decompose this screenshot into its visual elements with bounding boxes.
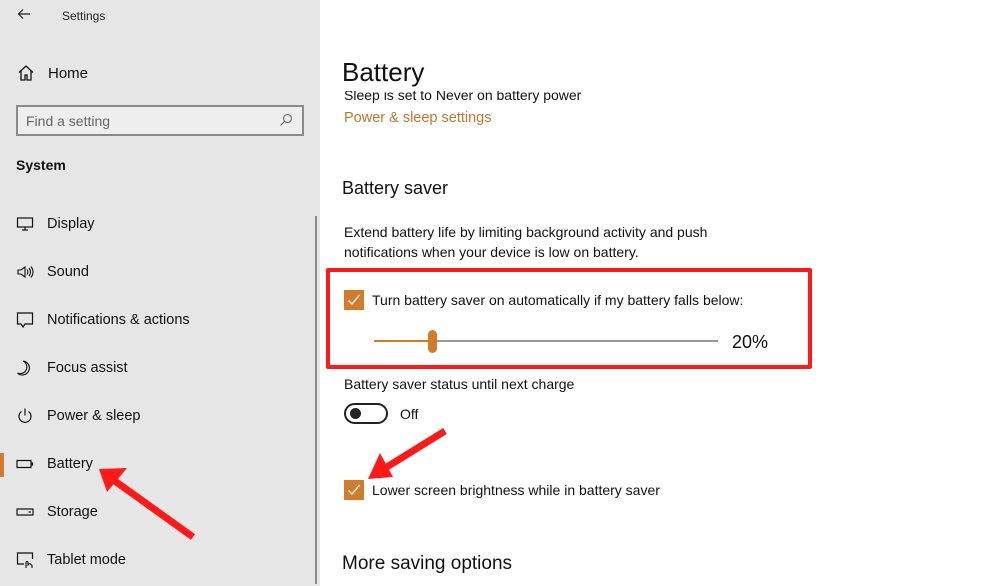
page-title: Battery	[342, 57, 425, 87]
app-title: Settings	[62, 9, 106, 23]
section-label-system: System	[16, 157, 66, 173]
sidebar-item-label: Battery	[47, 456, 93, 472]
lower-brightness-label: Lower screen brightness while in battery…	[372, 482, 660, 498]
sidebar-item-label: Display	[47, 216, 95, 232]
home-icon	[18, 65, 34, 81]
sidebar: Settings Home System Display Sound Notif…	[0, 0, 320, 586]
sidebar-scrollbar[interactable]	[315, 216, 317, 584]
back-arrow-icon	[17, 9, 30, 19]
power-sleep-settings-link[interactable]: Power & sleep settings	[344, 110, 492, 126]
battery-saver-description: Extend battery life by limiting backgrou…	[344, 224, 708, 260]
storage-icon	[16, 508, 34, 516]
moon-icon	[17, 360, 30, 376]
battery-saver-status-text: Off	[400, 406, 419, 422]
battery-threshold-value: 20%	[732, 332, 769, 352]
auto-battery-saver-checkbox-row[interactable]: Turn battery saver on automatically if m…	[344, 290, 743, 310]
battery-saver-heading: Battery saver	[342, 178, 449, 198]
sidebar-item-battery[interactable]: Battery	[0, 440, 320, 488]
tablet-mode-icon	[16, 552, 34, 568]
sound-icon	[17, 265, 34, 279]
battery-saver-status-label: Battery saver status until next charge	[344, 376, 575, 392]
checkmark-icon	[348, 484, 360, 495]
battery-icon	[16, 459, 34, 469]
power-icon	[18, 408, 32, 423]
more-saving-options-heading: More saving options	[342, 553, 513, 574]
back-button[interactable]	[12, 6, 36, 26]
home-nav-item[interactable]: Home	[16, 61, 88, 85]
sidebar-item-notifications[interactable]: Notifications & actions	[0, 296, 320, 344]
checkmark-icon	[348, 294, 360, 305]
sidebar-item-label: Storage	[47, 504, 98, 520]
sleep-status-text-inner: Sleep is set to Never on battery power	[344, 91, 582, 103]
battery-threshold-slider[interactable]	[374, 330, 718, 353]
sidebar-item-label: Notifications & actions	[47, 312, 190, 328]
auto-battery-saver-checkbox[interactable]	[344, 290, 364, 310]
display-icon	[16, 217, 34, 231]
sidebar-item-sound[interactable]: Sound	[0, 248, 320, 296]
sidebar-item-display[interactable]: Display	[0, 200, 320, 248]
sidebar-item-label: Sound	[47, 264, 89, 280]
sidebar-item-tablet-mode[interactable]: Tablet mode	[0, 536, 320, 584]
auto-battery-saver-label: Turn battery saver on automatically if m…	[372, 292, 744, 308]
search-input[interactable]	[26, 111, 276, 131]
sidebar-item-label: Power & sleep	[47, 408, 141, 424]
main-content: Battery Sleep is set to Never on battery…	[342, 0, 982, 586]
slider-thumb[interactable]	[428, 330, 437, 353]
sidebar-item-power-sleep[interactable]: Power & sleep	[0, 392, 320, 440]
toggle-knob	[350, 408, 361, 419]
notifications-icon	[16, 312, 34, 329]
home-label: Home	[48, 64, 89, 82]
lower-brightness-checkbox[interactable]	[344, 480, 364, 500]
title-bar: Settings	[0, 0, 320, 34]
search-icon[interactable]	[278, 112, 294, 128]
sidebar-nav: Display Sound Notifications & actions Fo…	[0, 200, 320, 584]
slider-fill	[374, 340, 432, 342]
sidebar-item-storage[interactable]: Storage	[0, 488, 320, 536]
sidebar-item-label: Focus assist	[47, 360, 128, 376]
lower-brightness-checkbox-row[interactable]: Lower screen brightness while in battery…	[344, 480, 660, 500]
sleep-status-text: Sleep is set to Never on battery power	[344, 91, 581, 104]
battery-saver-status-toggle[interactable]	[344, 403, 388, 424]
search-box[interactable]	[16, 105, 304, 136]
sidebar-item-label: Tablet mode	[47, 552, 126, 568]
sidebar-item-focus-assist[interactable]: Focus assist	[0, 344, 320, 392]
